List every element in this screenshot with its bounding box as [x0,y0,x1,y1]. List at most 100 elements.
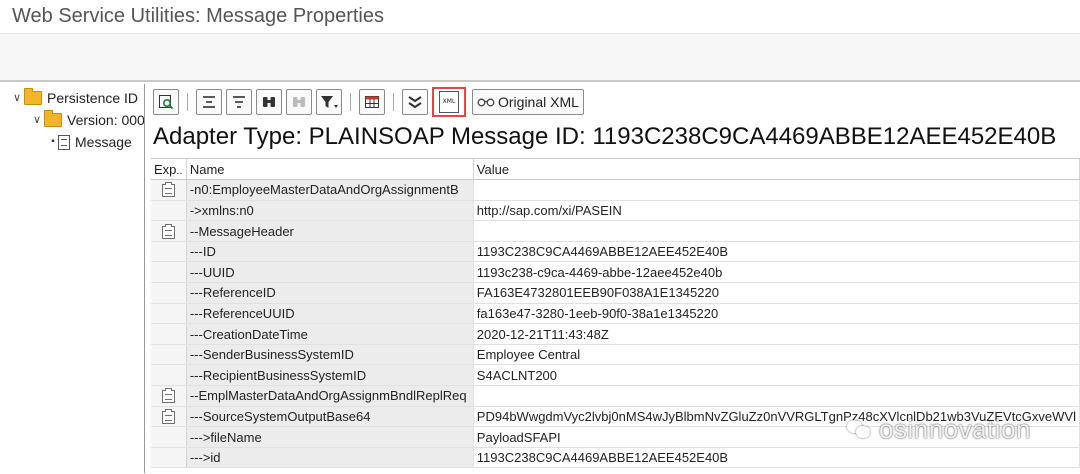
table-row[interactable]: ---ID 1193C238C9CA4469ABBE12AEE452E40B [151,241,1080,263]
glasses-icon [477,95,495,110]
name-cell: ->xmlns:n0 [186,200,474,222]
details-button[interactable] [153,89,179,115]
value-cell [473,220,1080,242]
table-row[interactable]: --EmplMasterDataAndOrgAssignmBndlReplReq [151,385,1080,407]
expand-node-icon[interactable] [161,182,175,198]
tree-item-version[interactable]: ∨ Version: 000 [30,109,145,131]
name-cell: --EmplMasterDataAndOrgAssignmBndlReplReq [186,385,474,407]
value-cell: 1193c238-c9ca-4469-abbe-12aee452e40b [473,261,1080,284]
expand-cell[interactable] [151,406,187,428]
value-cell: http://sap.com/xi/PASEIN [473,200,1080,222]
find-button[interactable] [256,89,282,115]
table-row[interactable]: ->xmlns:n0 http://sap.com/xi/PASEIN [151,200,1080,222]
wechat-logo-icon [845,417,873,441]
name-cell: ---UUID [186,261,474,284]
xml-view-button[interactable]: XML [432,87,466,117]
table-header-row: Exp.. Name Value [151,159,1080,181]
application-toolbar [0,34,1080,80]
expand-node-icon[interactable] [161,223,175,239]
collapse-all-icon [408,96,422,109]
table-row[interactable]: --MessageHeader [151,220,1080,242]
original-xml-label: Original XML [498,94,579,110]
layout-button[interactable] [359,89,385,115]
chevron-down-icon[interactable]: ∨ [30,109,44,131]
expand-cell [151,323,187,345]
name-cell: --->id [186,447,474,469]
expand-cell[interactable] [151,220,187,242]
details-icon [159,95,174,110]
expand-cell[interactable] [151,385,187,407]
align-button[interactable] [226,89,252,115]
toolbar-separator [393,93,394,111]
expand-node-icon[interactable] [161,408,175,424]
name-cell: ---ReferenceUUID [186,303,474,325]
expand-cell [151,200,187,222]
table-row[interactable]: ---RecipientBusinessSystemID S4ACLNT200 [151,364,1080,387]
name-cell: ---SourceSystemOutputBase64 [186,406,474,428]
value-cell: 1193C238C9CA4469ABBE12AEE452E40B [473,241,1080,263]
window-title: Web Service Utilities: Message Propertie… [12,5,384,27]
grid-toolbar: XML Original XML [151,86,1071,118]
column-header-value[interactable]: Value [473,159,1080,181]
expand-cell [151,241,187,263]
value-cell: 2020-12-21T11:43:48Z [473,323,1080,345]
table-row[interactable]: -n0:EmployeeMasterDataAndOrgAssignmentB [151,179,1080,201]
tree-item-label: Message [75,134,132,150]
value-cell [473,385,1080,407]
folder-icon [44,110,62,127]
name-cell: ---CreationDateTime [186,323,474,345]
table-row[interactable]: ---ReferenceUUID fa163e47-3280-1eeb-90f0-… [151,303,1080,325]
table-row[interactable]: --->id 1193C238C9CA4469ABBE12AEE452E40B [151,447,1080,469]
expand-cell [151,364,187,387]
tree-item-label: Persistence ID [47,90,139,106]
name-cell: ---SenderBusinessSystemID [186,344,474,366]
column-header-label: Exp [154,161,177,177]
expand-node-icon[interactable] [161,388,175,404]
column-header-exp[interactable]: Exp.. [151,159,187,181]
collapse-button[interactable] [402,89,428,115]
expand-cell [151,261,187,284]
expand-cell [151,447,187,469]
value-cell: Employee Central [473,344,1080,366]
value-cell: fa163e47-3280-1eeb-90f0-38a1e1345220 [473,303,1080,325]
value-cell [473,179,1080,201]
table-row[interactable]: ---UUID 1193c238-c9ca-4469-abbe-12aee452e… [151,261,1080,284]
align-top-button[interactable] [196,89,222,115]
align-top-icon [203,96,215,108]
filter-icon [321,96,338,108]
value-cell: 1193C238C9CA4469ABBE12AEE452E40B [473,447,1080,469]
name-cell: -n0:EmployeeMasterDataAndOrgAssignmentB [186,179,474,201]
tree-item-persistence[interactable]: ∨ Persistence ID [10,87,138,109]
column-header-name[interactable]: Name [186,159,474,181]
binoculars-icon [263,97,275,107]
watermark-text: osinnovation [879,413,1031,444]
tree-item-label: Version: 000 [67,112,145,128]
folder-icon [24,88,42,105]
expand-cell [151,426,187,448]
toolbar-separator [350,93,351,111]
tree-item-message[interactable]: ▪ Message [48,131,132,153]
original-xml-button[interactable]: Original XML [472,89,584,115]
expand-cell [151,282,187,304]
table-row[interactable]: ---CreationDateTime 2020-12-21T11:43:48Z [151,323,1080,345]
name-cell: ---ID [186,241,474,263]
xml-file-icon: XML [439,91,459,113]
chevron-down-icon[interactable]: ∨ [10,87,24,109]
name-cell: --->fileName [186,426,474,448]
expand-cell [151,303,187,325]
expand-cell[interactable] [151,179,187,201]
page-title: Adapter Type: PLAINSOAP Message ID: 1193… [153,123,1057,150]
table-row[interactable]: ---SenderBusinessSystemID Employee Centra… [151,344,1080,366]
expand-cell [151,344,187,366]
table-row[interactable]: ---ReferenceID FA163E4732801EEB90F038A1E1… [151,282,1080,304]
document-icon [58,134,70,150]
align-icon [233,96,245,108]
value-cell: FA163E4732801EEB90F038A1E1345220 [473,282,1080,304]
table-layout-icon [365,96,379,108]
name-cell: ---ReferenceID [186,282,474,304]
name-cell: --MessageHeader [186,220,474,242]
filter-button[interactable] [316,89,342,115]
binoculars-next-icon [293,97,305,107]
find-next-button[interactable] [286,89,312,115]
name-cell: ---RecipientBusinessSystemID [186,364,474,387]
